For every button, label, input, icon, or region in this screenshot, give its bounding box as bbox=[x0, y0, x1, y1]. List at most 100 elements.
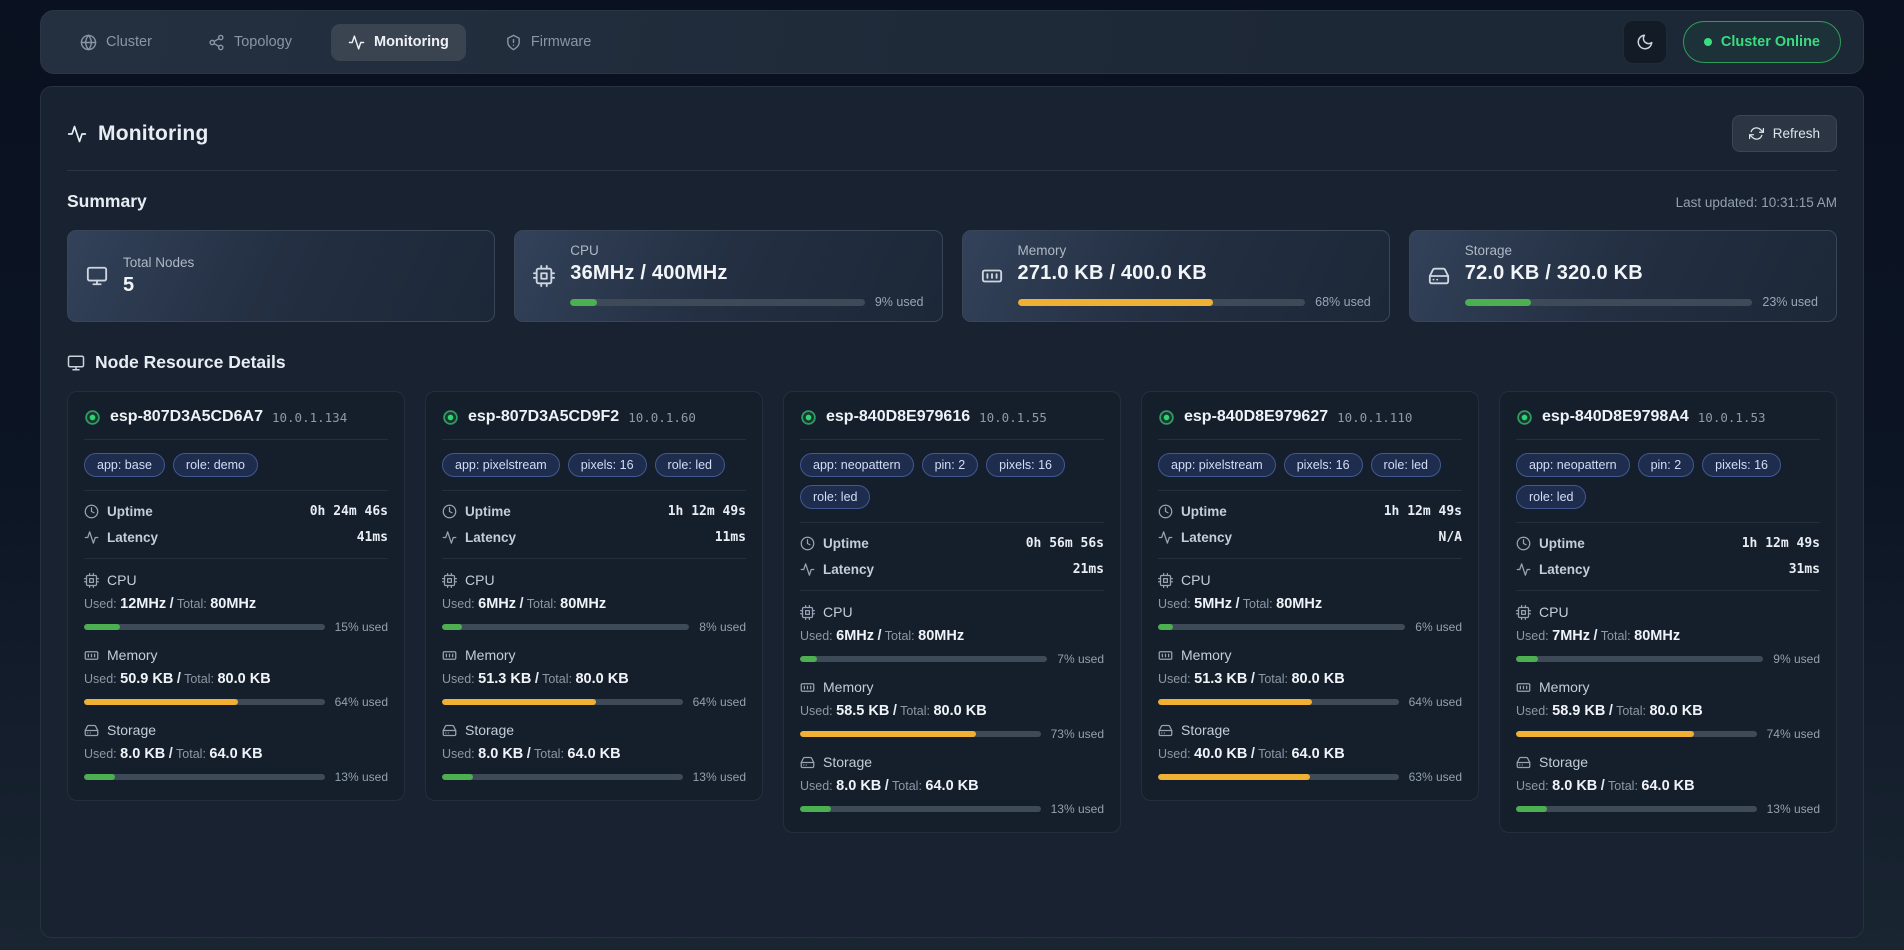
summary-card: CPU 36MHz / 400MHz 9% used bbox=[514, 230, 942, 322]
cpu-percent-label: 15% used bbox=[335, 620, 388, 634]
storage-metric-label: Storage bbox=[465, 722, 514, 738]
cpu-percent-label: 6% used bbox=[1415, 620, 1462, 634]
node-tags: app: neopatternpin: 2pixels: 16role: led bbox=[800, 453, 1104, 509]
divider bbox=[84, 490, 388, 491]
divider bbox=[67, 170, 1837, 171]
node-card: esp-840D8E9798A4 10.0.1.53 app: neopatte… bbox=[1499, 391, 1837, 833]
latency-label: Latency bbox=[465, 530, 516, 545]
progress-fill bbox=[1018, 299, 1214, 306]
latency-label: Latency bbox=[107, 530, 158, 545]
activity-icon bbox=[348, 34, 365, 51]
tab-topology[interactable]: Topology bbox=[191, 24, 309, 61]
divider bbox=[84, 558, 388, 559]
divider bbox=[442, 490, 746, 491]
progress-fill bbox=[1465, 299, 1531, 306]
divider bbox=[800, 590, 1104, 591]
summary-card-label: Storage bbox=[1465, 243, 1818, 258]
storage-metric-label: Storage bbox=[1539, 754, 1588, 770]
latency-value: 11ms bbox=[715, 530, 746, 545]
node-name: esp-807D3A5CD9F2 bbox=[468, 408, 619, 426]
uptime-label: Uptime bbox=[107, 504, 153, 519]
progress-track bbox=[1465, 299, 1753, 306]
progress-fill bbox=[570, 299, 597, 306]
memory-metric-label: Memory bbox=[1539, 679, 1590, 695]
node-card: esp-807D3A5CD6A7 10.0.1.134 app: baserol… bbox=[67, 391, 405, 801]
nodes-section-heading: Node Resource Details bbox=[95, 352, 286, 373]
uptime-value: 1h 12m 49s bbox=[1384, 504, 1462, 519]
memory-percent-label: 64% used bbox=[1409, 695, 1462, 709]
refresh-label: Refresh bbox=[1773, 126, 1820, 141]
node-tag: pixels: 16 bbox=[1284, 453, 1363, 477]
cpu-icon bbox=[442, 573, 457, 588]
clock-icon bbox=[442, 504, 457, 519]
summary-card-label: Total Nodes bbox=[123, 255, 476, 270]
divider bbox=[1516, 522, 1820, 523]
tab-firmware[interactable]: Firmware bbox=[488, 24, 608, 61]
node-tag: role: led bbox=[800, 485, 870, 509]
uptime-value: 1h 12m 49s bbox=[1742, 536, 1820, 551]
memory-usage-text: Used: 58.5 KB / Total: 80.0 KB bbox=[800, 703, 1104, 719]
node-tag: app: base bbox=[84, 453, 165, 477]
node-online-dot-icon bbox=[1516, 409, 1533, 426]
cpu-icon bbox=[84, 573, 99, 588]
divider bbox=[1516, 439, 1820, 440]
progress-track bbox=[1516, 806, 1757, 812]
globe-icon bbox=[80, 34, 97, 51]
memory-usage-text: Used: 50.9 KB / Total: 80.0 KB bbox=[84, 671, 388, 687]
node-online-dot-icon bbox=[442, 409, 459, 426]
cpu-metric-label: CPU bbox=[465, 572, 495, 588]
memory-icon bbox=[84, 648, 99, 663]
latency-value: 41ms bbox=[357, 530, 388, 545]
shield-icon bbox=[505, 34, 522, 51]
latency-label: Latency bbox=[1181, 530, 1232, 545]
node-card: esp-807D3A5CD9F2 10.0.1.60 app: pixelstr… bbox=[425, 391, 763, 801]
storage-usage-text: Used: 8.0 KB / Total: 64.0 KB bbox=[442, 746, 746, 762]
divider bbox=[800, 439, 1104, 440]
progress-fill bbox=[800, 806, 831, 812]
clock-icon bbox=[1516, 536, 1531, 551]
progress-percent-label: 68% used bbox=[1315, 295, 1371, 309]
node-tag: role: demo bbox=[173, 453, 258, 477]
storage-usage-text: Used: 40.0 KB / Total: 64.0 KB bbox=[1158, 746, 1462, 762]
progress-fill bbox=[442, 774, 473, 780]
progress-track bbox=[1158, 774, 1399, 780]
node-tag: app: pixelstream bbox=[442, 453, 560, 477]
progress-track bbox=[84, 774, 325, 780]
uptime-label: Uptime bbox=[1181, 504, 1227, 519]
progress-track bbox=[800, 806, 1041, 812]
memory-metric-label: Memory bbox=[465, 647, 516, 663]
progress-track bbox=[570, 299, 865, 306]
activity-icon bbox=[84, 530, 99, 545]
node-ip: 10.0.1.53 bbox=[1698, 410, 1766, 425]
node-tag: pixels: 16 bbox=[986, 453, 1065, 477]
node-ip: 10.0.1.110 bbox=[1337, 410, 1412, 425]
tab-monitoring[interactable]: Monitoring bbox=[331, 24, 466, 61]
cpu-icon bbox=[1516, 605, 1531, 620]
progress-track bbox=[442, 774, 683, 780]
cpu-icon bbox=[800, 605, 815, 620]
latency-label: Latency bbox=[823, 562, 874, 577]
uptime-label: Uptime bbox=[465, 504, 511, 519]
activity-icon bbox=[67, 124, 87, 144]
cpu-percent-label: 8% used bbox=[699, 620, 746, 634]
theme-toggle-button[interactable] bbox=[1623, 20, 1667, 64]
progress-track bbox=[800, 731, 1041, 737]
storage-icon bbox=[1428, 265, 1450, 287]
node-tag: app: neopattern bbox=[800, 453, 914, 477]
clock-icon bbox=[84, 504, 99, 519]
storage-icon bbox=[442, 723, 457, 738]
refresh-button[interactable]: Refresh bbox=[1732, 115, 1837, 152]
summary-card-value: 72.0 KB / 320.0 KB bbox=[1465, 262, 1818, 285]
memory-percent-label: 74% used bbox=[1767, 727, 1820, 741]
progress-track bbox=[84, 624, 325, 630]
tab-cluster[interactable]: Cluster bbox=[63, 24, 169, 61]
memory-metric-label: Memory bbox=[107, 647, 158, 663]
memory-percent-label: 64% used bbox=[335, 695, 388, 709]
progress-fill bbox=[1158, 624, 1173, 630]
storage-percent-label: 13% used bbox=[335, 770, 388, 784]
clock-icon bbox=[1158, 504, 1173, 519]
monitor-icon bbox=[67, 354, 85, 372]
clock-icon bbox=[800, 536, 815, 551]
summary-card: Storage 72.0 KB / 320.0 KB 23% used bbox=[1409, 230, 1837, 322]
node-ip: 10.0.1.134 bbox=[272, 410, 347, 425]
